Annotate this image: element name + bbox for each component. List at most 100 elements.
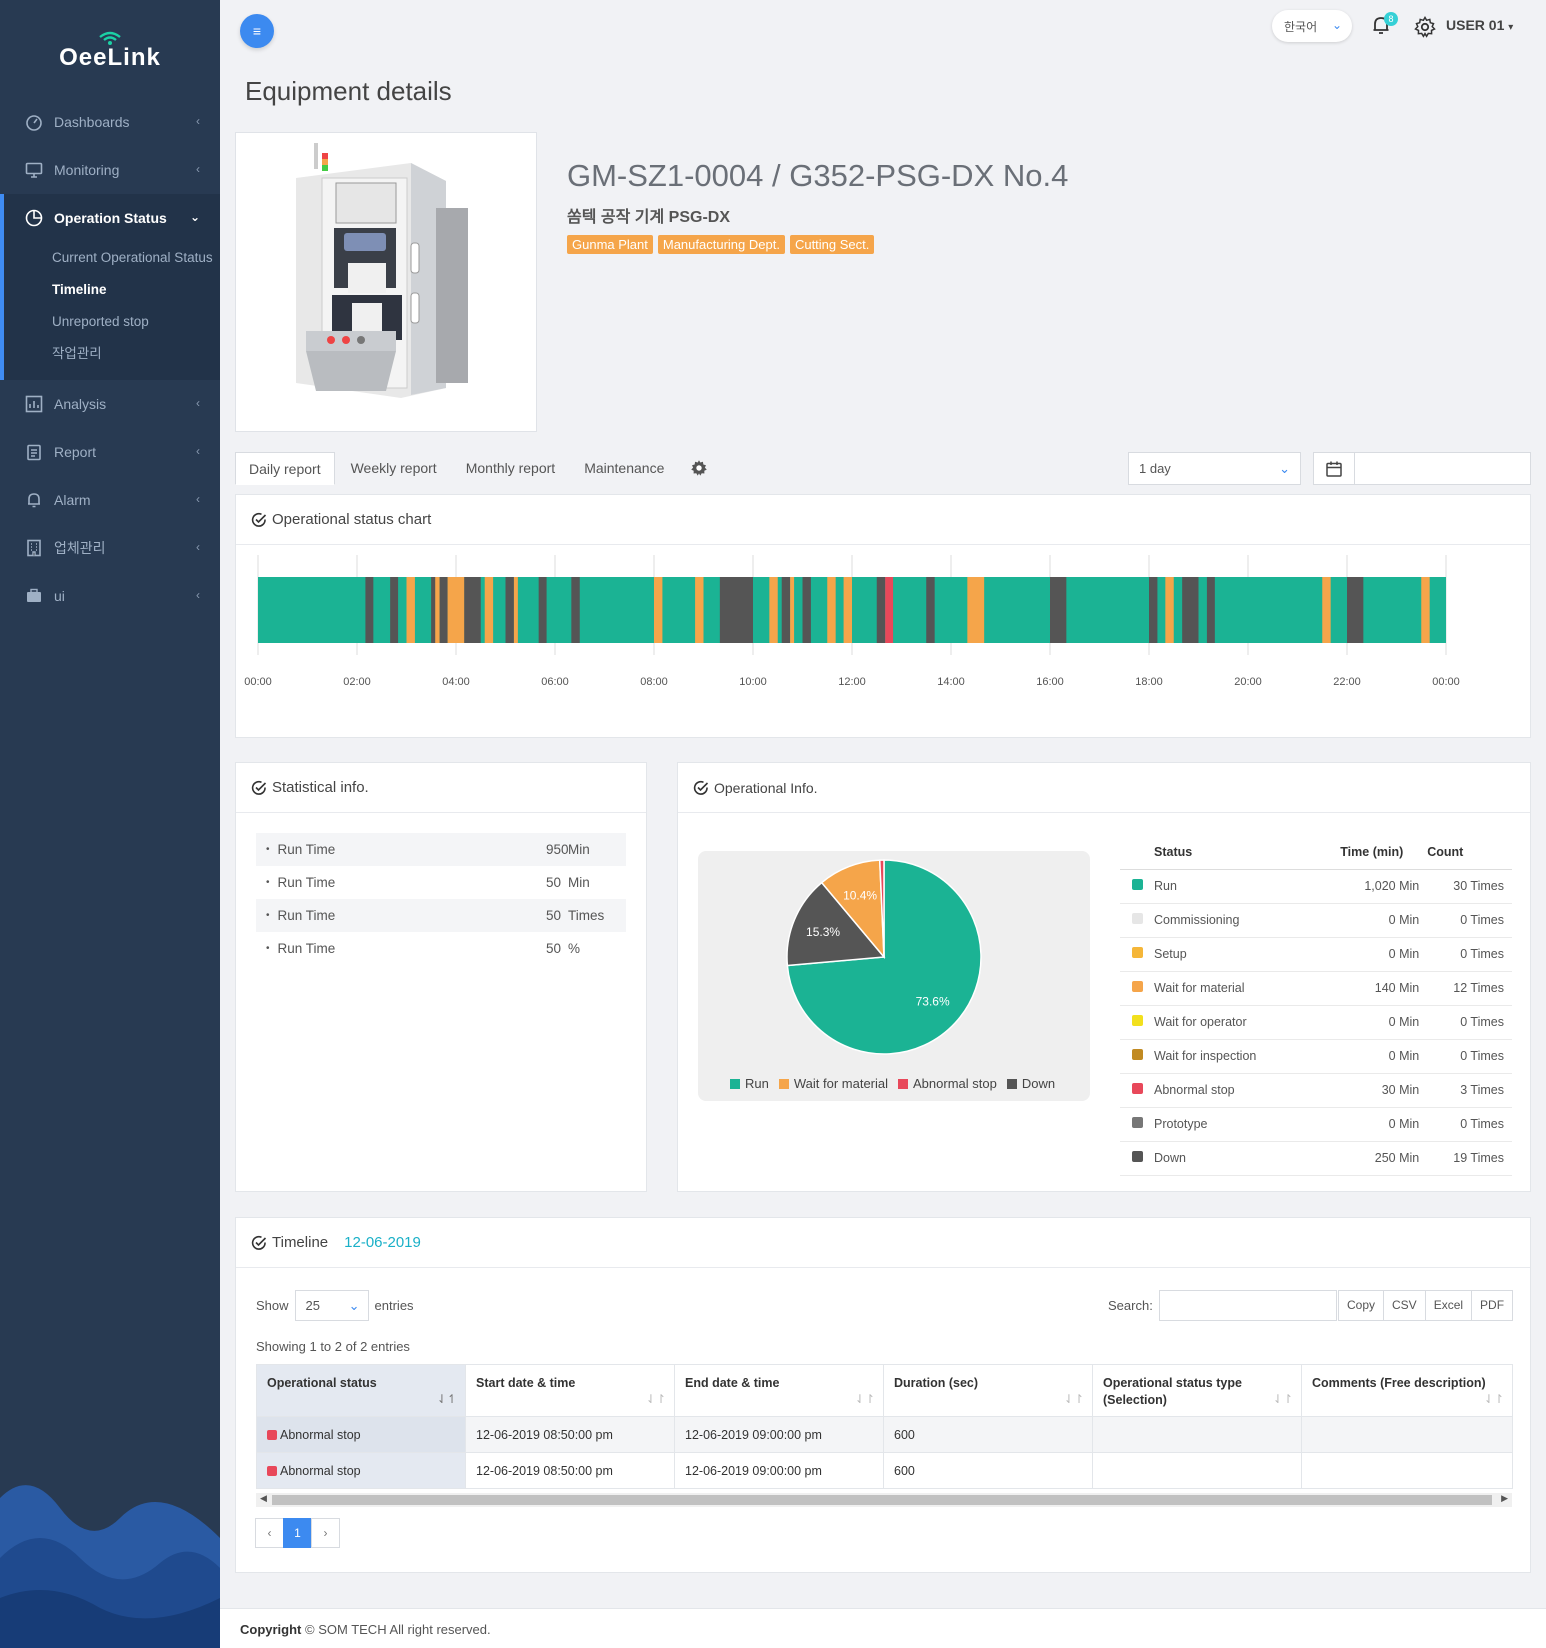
- app-logo[interactable]: OeeLink: [0, 30, 220, 72]
- sidebar-subitem-timeline[interactable]: Timeline: [52, 274, 220, 306]
- scroll-left-icon[interactable]: ◀: [260, 1493, 267, 1504]
- excel-button[interactable]: Excel: [1424, 1290, 1473, 1321]
- status-segment-wait: [1165, 577, 1174, 643]
- column-header-duration[interactable]: Duration (sec) ⇃↾: [883, 1364, 1093, 1417]
- csv-button[interactable]: CSV: [1383, 1290, 1426, 1321]
- gear-icon[interactable]: [690, 459, 708, 477]
- chevron-left-icon: ‹: [196, 540, 200, 554]
- cell-count: 19 Times: [1427, 1141, 1512, 1176]
- sort-icon: ⇃↾: [1483, 1392, 1504, 1406]
- column-header-swatch: [1120, 835, 1154, 870]
- cell-time: 140 Min: [1301, 971, 1428, 1006]
- sidebar-item-report[interactable]: Report ‹: [0, 428, 220, 476]
- sort-icon: ⇃↾: [1272, 1392, 1293, 1406]
- sidebar-wave-decoration: [0, 1485, 220, 1648]
- next-page-button[interactable]: ›: [311, 1518, 340, 1548]
- pie-chart: 73.6% 15.3% 10.4%: [786, 859, 982, 1055]
- statistical-info-card: Statistical info. • Run Time 950 Min • Run T…: [235, 762, 647, 1192]
- column-header-start[interactable]: Start date & time ⇃↾: [465, 1364, 675, 1417]
- column-label: Duration (sec): [894, 1376, 979, 1390]
- column-header-end[interactable]: End date & time ⇃↾: [674, 1364, 884, 1417]
- search-control: Search:: [1108, 1290, 1337, 1321]
- sidebar-item-monitoring[interactable]: Monitoring ‹: [0, 146, 220, 194]
- search-input[interactable]: [1158, 1290, 1337, 1321]
- status-segment-down: [505, 577, 514, 643]
- cell-start: 12-06-2019 08:50:00 pm: [465, 1452, 675, 1489]
- status-segment-wait: [790, 577, 795, 643]
- status-swatch: [1131, 913, 1143, 924]
- cell-swatch: [1120, 903, 1154, 938]
- status-segment-wait: [843, 577, 852, 643]
- sidebar-subitem-unreported-stop[interactable]: Unreported stop: [52, 306, 220, 338]
- timeline-table-card: Timeline 12-06-2019 Show 25 ⌄ entries Se…: [235, 1217, 1531, 1573]
- column-header-count: Count: [1427, 835, 1512, 870]
- column-label: Comments (Free description): [1312, 1376, 1486, 1390]
- sidebar-item-label: 업체관리: [54, 540, 106, 556]
- column-header-status-type[interactable]: Operational status type (Selection) ⇃↾: [1092, 1364, 1302, 1417]
- copy-button[interactable]: Copy: [1338, 1290, 1385, 1321]
- notification-badge: 8: [1384, 12, 1398, 26]
- status-segment-down: [876, 577, 886, 643]
- column-header-status: Status: [1154, 835, 1302, 870]
- sidebar-item-ui[interactable]: ui ‹: [0, 572, 220, 620]
- scrollbar-thumb[interactable]: [272, 1495, 1492, 1505]
- status-segment-wait: [1421, 577, 1430, 643]
- tag-section: Cutting Sect.: [789, 235, 875, 254]
- tab-weekly-report[interactable]: Weekly report: [338, 452, 450, 485]
- cell-count: 0 Times: [1427, 1039, 1512, 1074]
- sidebar-group-operation-status: Operation Status ⌄ Current Operational S…: [0, 194, 220, 380]
- range-select[interactable]: 1 day ⌄: [1128, 452, 1301, 485]
- column-label: Operational status type (Selection): [1103, 1376, 1242, 1407]
- calendar-button[interactable]: [1313, 452, 1355, 485]
- sidebar-item-alarm[interactable]: Alarm ‹: [0, 476, 220, 524]
- column-header-operational-status[interactable]: Operational status ⇃↿: [256, 1364, 466, 1417]
- stat-value: 50: [546, 941, 562, 956]
- user-menu[interactable]: USER 01 ▾: [1446, 17, 1513, 33]
- page-button[interactable]: 1: [283, 1518, 312, 1548]
- sidebar-item-analysis[interactable]: Analysis ‹: [0, 380, 220, 428]
- tab-maintenance[interactable]: Maintenance: [571, 452, 677, 485]
- sidebar-item-operation-status[interactable]: Operation Status ⌄: [4, 194, 220, 242]
- status-swatch: [1131, 1049, 1143, 1060]
- copyright-text: © SOM TECH All right reserved.: [305, 1622, 491, 1637]
- chevron-left-icon: ‹: [196, 162, 200, 176]
- check-circle-icon: [251, 512, 267, 527]
- footer: Copyright © SOM TECH All right reserved.: [220, 1608, 1546, 1648]
- tick-label: 12:00: [838, 676, 866, 688]
- page-length-select[interactable]: 25 ⌄: [294, 1290, 369, 1321]
- operational-info-table: Status Time (min) Count Run 1,020 Min 30 T…: [1120, 835, 1512, 1176]
- sidebar-item-dashboards[interactable]: Dashboards ‹: [0, 98, 220, 146]
- tab-daily-report[interactable]: Daily report: [235, 452, 335, 485]
- sidebar-subitem-work-management[interactable]: 작업관리: [52, 338, 220, 370]
- hamburger-icon: ≡: [252, 23, 262, 39]
- settings-button[interactable]: [1414, 15, 1436, 38]
- bell-icon: [24, 490, 44, 510]
- table-row[interactable]: Abnormal stop 12-06-2019 08:50:00 pm 12-…: [256, 1452, 1513, 1489]
- tab-monthly-report[interactable]: Monthly report: [453, 452, 568, 485]
- scroll-right-icon[interactable]: ▶: [1501, 1493, 1508, 1504]
- tick-label: 02:00: [343, 676, 371, 688]
- cell-count: 3 Times: [1427, 1073, 1512, 1108]
- prev-page-button[interactable]: ‹: [255, 1518, 284, 1548]
- stat-label: Run Time: [277, 941, 336, 956]
- pdf-button[interactable]: PDF: [1471, 1290, 1514, 1321]
- cell-swatch: [1120, 1073, 1154, 1108]
- cell-duration: 600: [883, 1416, 1093, 1453]
- horizontal-scrollbar[interactable]: ◀ ▶: [256, 1493, 1512, 1507]
- page-length-value: 25: [305, 1298, 320, 1313]
- stat-unit: %: [568, 941, 581, 956]
- sidebar-item-company[interactable]: 업체관리 ‹: [0, 524, 220, 572]
- sidebar-subitem-current-status[interactable]: Current Operational Status: [52, 242, 220, 274]
- column-header-comments[interactable]: Comments (Free description) ⇃↾: [1301, 1364, 1513, 1417]
- date-input[interactable]: [1354, 452, 1531, 485]
- cell-count: 30 Times: [1427, 869, 1512, 904]
- notifications-button[interactable]: 8: [1370, 12, 1398, 38]
- menu-toggle-button[interactable]: ≡: [240, 14, 274, 48]
- status-segment-wait: [827, 577, 836, 643]
- status-segment-down: [464, 577, 481, 643]
- table-row[interactable]: Abnormal stop 12-06-2019 08:50:00 pm 12-…: [256, 1416, 1513, 1453]
- cell-start: 12-06-2019 08:50:00 pm: [465, 1416, 675, 1453]
- language-select[interactable]: 한국어 ⌄: [1272, 10, 1352, 42]
- tick-label: 06:00: [541, 676, 569, 688]
- status-segment-wait: [435, 577, 440, 643]
